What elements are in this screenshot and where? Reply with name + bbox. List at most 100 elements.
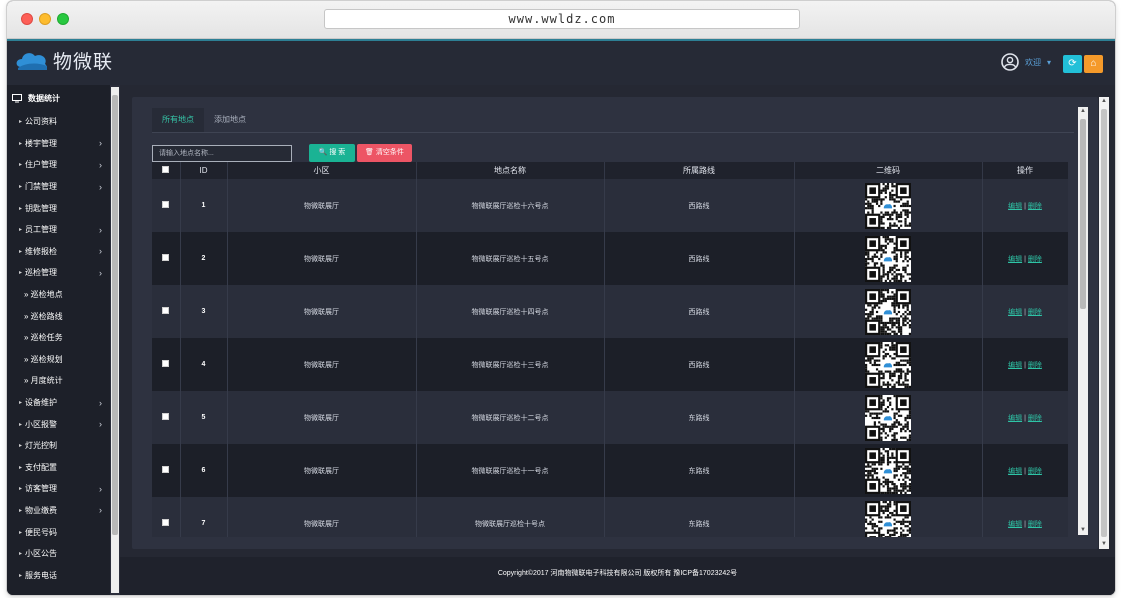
page-scrollbar[interactable]: ▲ ▼ (1099, 97, 1109, 549)
scroll-down-arrow[interactable]: ▼ (1078, 526, 1088, 535)
delete-link[interactable]: 删除 (1028, 203, 1042, 210)
row-checkbox[interactable] (152, 391, 181, 444)
logo[interactable]: 物微联 (15, 47, 113, 74)
sidebar-title: 数据统计 (28, 93, 60, 103)
sidebar-item-label: 小区报警 (25, 419, 58, 429)
caret-right-icon: ▸ (19, 162, 23, 169)
content-panel: 所有地点 添加地点 请输入地点名称... 🔍 搜 索 🗑 清空条件 ID 小区 … (132, 97, 1098, 549)
delete-link[interactable]: 删除 (1028, 468, 1042, 475)
scroll-up-arrow[interactable]: ▲ (1078, 107, 1088, 116)
scroll-down-arrow[interactable]: ▼ (1099, 540, 1109, 549)
scroll-thumb[interactable] (1080, 119, 1086, 309)
edit-link[interactable]: 编辑 (1008, 521, 1022, 528)
sidebar-item[interactable]: ▸ 物业缴费 › (7, 500, 110, 522)
cell-actions: 编辑 | 删除 (982, 338, 1068, 391)
scroll-thumb[interactable] (1101, 109, 1107, 537)
close-window-button[interactable] (21, 13, 33, 25)
chevron-right-icon: › (99, 267, 102, 278)
sidebar-item[interactable]: ▸ 员工管理 › (7, 219, 110, 241)
tab-bar: 所有地点 添加地点 (152, 108, 1074, 133)
sidebar-subitem[interactable]: » 巡检地点 (7, 284, 110, 306)
table-row: 7 物微联展厅 物微联展厅巡检十号点 东路线 编辑 | 删除 (152, 497, 1068, 537)
sidebar-item[interactable]: ▸ 便民号码 (7, 521, 110, 543)
cell-place: 物微联展厅巡检十四号点 (416, 285, 605, 338)
caret-right-icon: ▸ (19, 400, 23, 407)
cell-community: 物微联展厅 (227, 444, 417, 497)
sidebar-item[interactable]: ▸ 设备维护 › (7, 392, 110, 414)
edit-link[interactable]: 编辑 (1008, 309, 1022, 316)
sidebar-item[interactable]: ▸ 公司资料 (7, 111, 110, 133)
caret-right-icon: ▸ (19, 507, 23, 514)
sidebar-item[interactable]: ▸ 访客管理 › (7, 478, 110, 500)
caret-right-icon: ▸ (19, 248, 23, 255)
cell-community: 物微联展厅 (227, 338, 417, 391)
sidebar: 数据统计 ▸ 公司资料 ▸ 楼宇管理 › ▸ 住户管理 › ▸ 门禁管理 › ▸ 钥匙管理 ▸ 员工管理 › ▸… (7, 85, 110, 595)
sidebar-item[interactable]: ▸ 住户管理 › (7, 154, 110, 176)
sidebar-item[interactable]: ▸ 小区报警 › (7, 413, 110, 435)
refresh-icon: ⟳ (1068, 58, 1077, 69)
tab-all-locations[interactable]: 所有地点 (152, 108, 204, 132)
logo-text: 物微联 (53, 51, 114, 73)
row-checkbox[interactable] (152, 338, 181, 391)
sidebar-item[interactable]: ▸ 支付配置 (7, 457, 110, 479)
edit-link[interactable]: 编辑 (1008, 415, 1022, 422)
qr-code-image (865, 447, 911, 494)
sidebar-menu: ▸ 公司资料 ▸ 楼宇管理 › ▸ 住户管理 › ▸ 门禁管理 › ▸ 钥匙管理 ▸ 员工管理 › ▸ 维修报检 ›… (7, 111, 110, 586)
delete-link[interactable]: 删除 (1028, 362, 1042, 369)
sidebar-item[interactable]: ▸ 巡检管理 › (7, 262, 110, 284)
sidebar-item[interactable]: ▸ 楼宇管理 › (7, 133, 110, 155)
sidebar-item[interactable]: ▸ 维修报检 › (7, 241, 110, 263)
row-checkbox[interactable] (152, 232, 181, 285)
window-controls (21, 13, 69, 25)
separator: | (1024, 467, 1026, 475)
footer: Copyright©2017 河南物微联电子科技有限公司 版权所有 豫ICP备1… (120, 557, 1115, 595)
scroll-thumb[interactable] (112, 95, 118, 535)
table-row: 1 物微联展厅 物微联展厅巡检十六号点 西路线 编辑 | 删除 (152, 179, 1068, 232)
home-button[interactable]: ⌂ (1084, 55, 1103, 73)
minimize-window-button[interactable] (39, 13, 51, 25)
sidebar-subitem[interactable]: » 月度统计 (7, 370, 110, 392)
row-checkbox[interactable] (152, 285, 181, 338)
refresh-button[interactable]: ⟳ (1063, 55, 1082, 73)
edit-link[interactable]: 编辑 (1008, 256, 1022, 263)
user-menu[interactable]: 欢迎 ▾ (1001, 53, 1051, 71)
table-scrollbar[interactable]: ▲ ▼ (1078, 107, 1088, 535)
home-icon: ⌂ (1090, 58, 1097, 69)
delete-link[interactable]: 删除 (1028, 521, 1042, 528)
select-all-checkbox[interactable] (152, 162, 181, 179)
edit-link[interactable]: 编辑 (1008, 362, 1022, 369)
welcome-label[interactable]: 欢迎 (1025, 57, 1041, 68)
sidebar-subitem[interactable]: » 巡检任务 (7, 327, 110, 349)
delete-link[interactable]: 删除 (1028, 415, 1042, 422)
tab-add-location[interactable]: 添加地点 (204, 108, 256, 132)
edit-link[interactable]: 编辑 (1008, 203, 1022, 210)
maximize-window-button[interactable] (57, 13, 69, 25)
clear-filters-button[interactable]: 🗑 清空条件 (357, 144, 412, 162)
sidebar-item-dashboard[interactable]: 数据统计 (7, 85, 110, 111)
sidebar-scrollbar[interactable] (110, 85, 120, 595)
caret-right-icon: ▸ (19, 184, 23, 191)
search-input[interactable]: 请输入地点名称... (152, 144, 292, 162)
delete-link[interactable]: 删除 (1028, 256, 1042, 263)
sidebar-subitem[interactable]: » 巡检规划 (7, 349, 110, 371)
row-checkbox[interactable] (152, 497, 181, 537)
cell-place: 物微联展厅巡检十六号点 (416, 179, 605, 232)
address-bar[interactable]: www.wwldz.com (324, 9, 800, 29)
sidebar-item[interactable]: ▸ 小区公告 (7, 543, 110, 565)
sidebar-subitem[interactable]: » 巡检路线 (7, 305, 110, 327)
row-checkbox[interactable] (152, 444, 181, 497)
table-row: 5 物微联展厅 物微联展厅巡检十二号点 东路线 编辑 | 删除 (152, 391, 1068, 444)
cell-actions: 编辑 | 删除 (982, 285, 1068, 338)
cell-id: 6 (180, 444, 228, 497)
sidebar-item-label: 维修报检 (25, 246, 58, 256)
scroll-up-arrow[interactable]: ▲ (1099, 97, 1109, 106)
edit-link[interactable]: 编辑 (1008, 468, 1022, 475)
delete-link[interactable]: 删除 (1028, 309, 1042, 316)
sidebar-item[interactable]: ▸ 钥匙管理 (7, 197, 110, 219)
sidebar-item[interactable]: ▸ 灯光控制 (7, 435, 110, 457)
cell-qr (794, 179, 983, 232)
row-checkbox[interactable] (152, 179, 181, 232)
sidebar-item[interactable]: ▸ 服务电话 (7, 564, 110, 586)
sidebar-item[interactable]: ▸ 门禁管理 › (7, 176, 110, 198)
search-button[interactable]: 🔍 搜 索 (309, 144, 355, 162)
